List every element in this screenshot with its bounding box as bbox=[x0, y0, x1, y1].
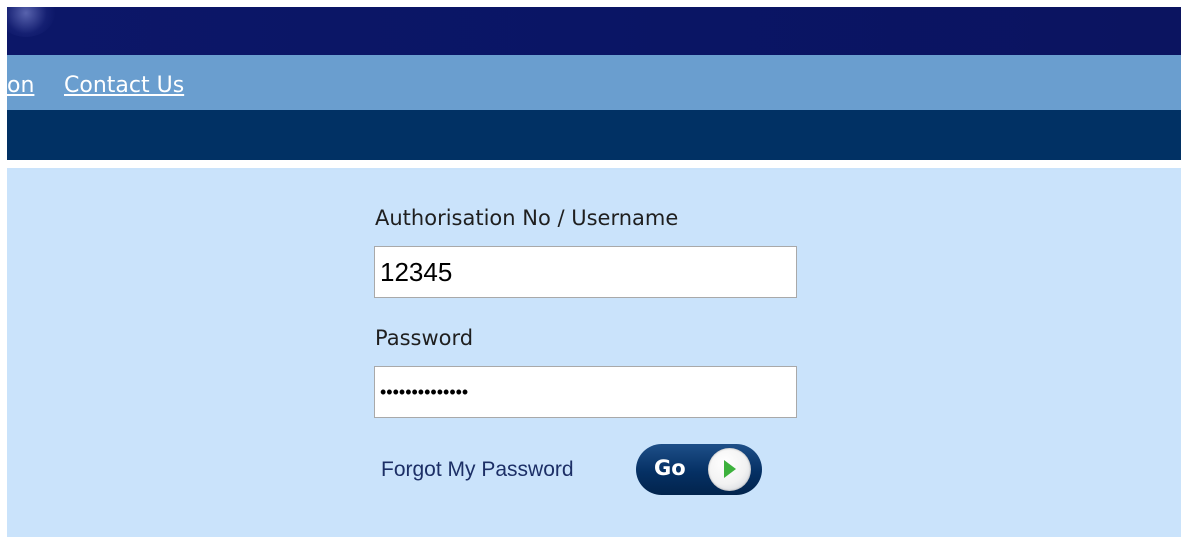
header-dark-bar bbox=[7, 110, 1181, 160]
forgot-password-link[interactable]: Forgot My Password bbox=[381, 458, 574, 482]
top-banner bbox=[7, 7, 1181, 55]
nav-link-partial[interactable]: on bbox=[7, 73, 34, 98]
play-arrow-icon bbox=[708, 448, 751, 491]
go-button[interactable]: Go bbox=[636, 444, 762, 495]
nav-link-contact-us[interactable]: Contact Us bbox=[64, 73, 184, 98]
nav-bar: on Contact Us bbox=[7, 55, 1181, 110]
password-input[interactable] bbox=[374, 366, 797, 418]
go-button-label: Go bbox=[654, 456, 686, 480]
password-label: Password bbox=[375, 326, 474, 350]
username-label: Authorisation No / Username bbox=[375, 206, 679, 230]
username-input[interactable] bbox=[374, 246, 797, 298]
login-panel: Authorisation No / Username Password For… bbox=[7, 168, 1181, 537]
